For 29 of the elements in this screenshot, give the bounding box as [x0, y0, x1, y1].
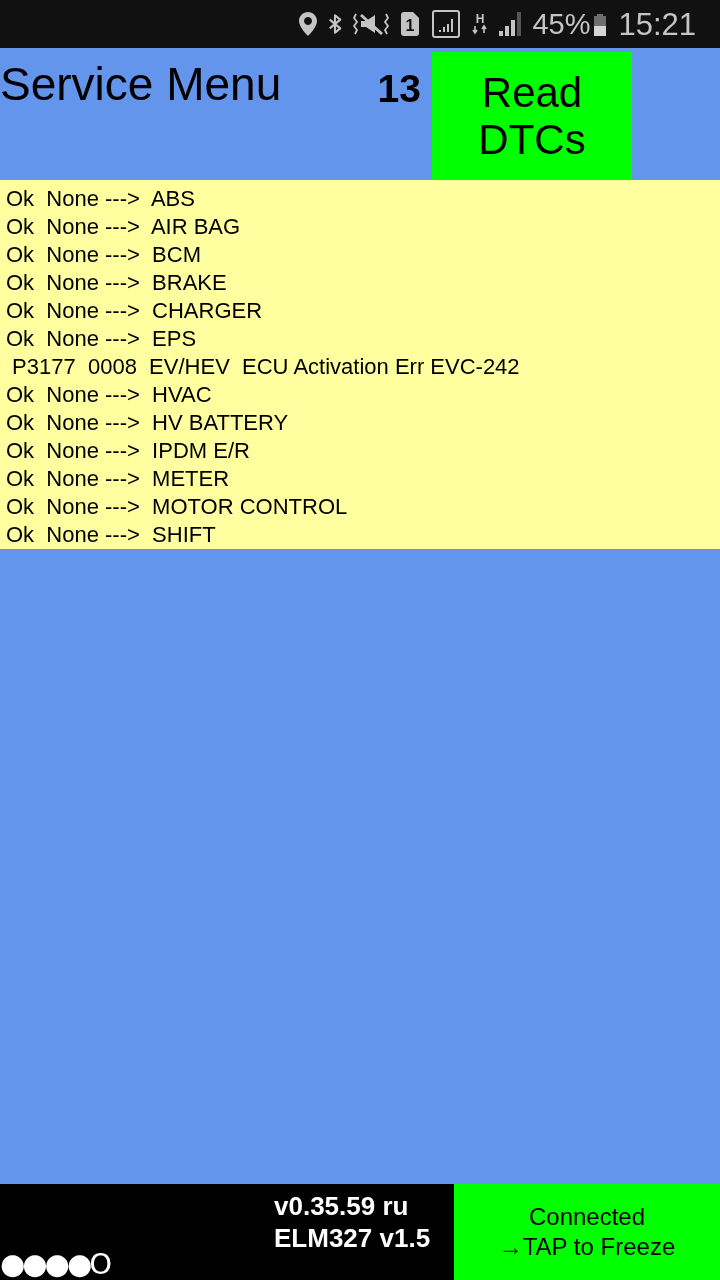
dtc-row-text: Ok None ---> HVAC: [6, 381, 213, 409]
dtc-row-text: Ok None ---> AIR BAG: [6, 213, 242, 241]
screen-title: Service Menu: [0, 57, 283, 111]
signal-strength-icon: [432, 10, 461, 38]
vibrate-mute-icon: [352, 12, 391, 36]
progress-indicator: ●●●●O: [0, 1248, 111, 1280]
battery-icon: [594, 12, 607, 36]
battery-percent: 45%: [532, 9, 591, 39]
dtc-row-text: Ok None ---> MOTOR CONTROL: [6, 493, 349, 521]
adapter-version: ELM327 v1.5: [274, 1222, 432, 1254]
dtc-row-text: Ok None ---> IPDM E/R: [6, 437, 251, 465]
read-dtcs-button[interactable]: Read DTCs: [432, 52, 632, 180]
dtc-row-text: Ok None ---> SHIFT: [6, 521, 217, 549]
dtc-row-text: Ok None ---> CHARGER: [6, 297, 264, 325]
dtc-row-text: P3177 0008 EV/HEV ECU Activation Err EVC-242: [11, 353, 521, 381]
dtc-row-text: Ok None ---> METER: [6, 465, 231, 493]
location-pin-icon: [299, 12, 318, 36]
dtc-row-text: Ok None ---> ABS: [6, 185, 196, 213]
connection-button[interactable]: Connected →TAP to Freeze: [454, 1184, 720, 1280]
dtc-row-text: Ok None ---> EPS: [6, 325, 198, 353]
bluetooth-icon: [328, 13, 343, 35]
dtc-row-text: Ok None ---> BRAKE: [6, 269, 228, 297]
clock-time: 15:21: [618, 8, 696, 40]
dtc-count: 13: [377, 66, 421, 112]
app-version: v0.35.59 ru: [274, 1190, 410, 1222]
signal-strength-icon: [498, 12, 523, 36]
sim-card-icon: 1: [401, 12, 420, 36]
dtc-row-text: Ok None ---> HV BATTERY: [6, 409, 290, 437]
dtc-row-text: Ok None ---> BCM: [6, 241, 202, 269]
